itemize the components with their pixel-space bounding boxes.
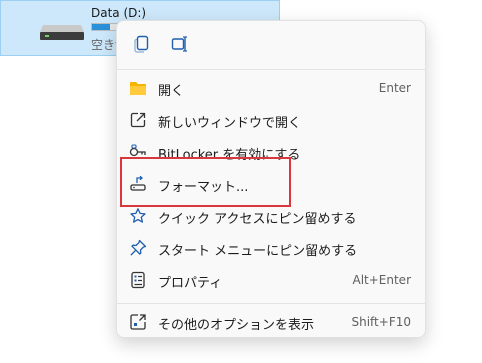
menu-item-label: その他のオプションを表示 (158, 318, 315, 333)
quick-actions-row (117, 21, 425, 67)
copy-icon (134, 35, 149, 53)
more-options-icon (130, 314, 146, 330)
menu-item-label: 新しいウィンドウで開く (158, 116, 302, 131)
menu-divider (117, 69, 425, 70)
drive-usage-fill (92, 24, 110, 30)
menu-item-pin-start[interactable]: スタート メニューにピン留めする (117, 233, 425, 263)
pin-icon (130, 239, 147, 256)
menu-item-open[interactable]: 開く Enter (117, 73, 425, 103)
menu-item-label: プロパティ (158, 276, 223, 291)
star-icon (130, 208, 146, 223)
properties-icon (131, 271, 145, 289)
menu-item-properties[interactable]: プロパティ Alt+Enter (117, 265, 425, 295)
menu-item-label: 開く (158, 84, 185, 99)
rename-button[interactable] (167, 31, 193, 57)
rename-icon (171, 36, 187, 52)
hard-drive-icon (40, 25, 84, 40)
menu-item-label: クイック アクセスにピン留めする (158, 212, 357, 227)
menu-item-shortcut: Enter (378, 81, 411, 95)
menu-item-open-new-window[interactable]: 新しいウィンドウで開く (117, 105, 425, 135)
copy-button[interactable] (129, 31, 155, 57)
menu-item-shortcut: Alt+Enter (352, 273, 411, 287)
open-new-window-icon (130, 112, 146, 128)
folder-icon (130, 82, 146, 95)
drive-name: Data (D:) (91, 6, 147, 20)
menu-item-label: スタート メニューにピン留めする (158, 244, 358, 259)
menu-divider (117, 303, 425, 304)
menu-item-more-options[interactable]: その他のオプションを表示 Shift+F10 (117, 307, 425, 337)
format-highlight-box (120, 157, 291, 207)
menu-item-shortcut: Shift+F10 (351, 315, 411, 329)
